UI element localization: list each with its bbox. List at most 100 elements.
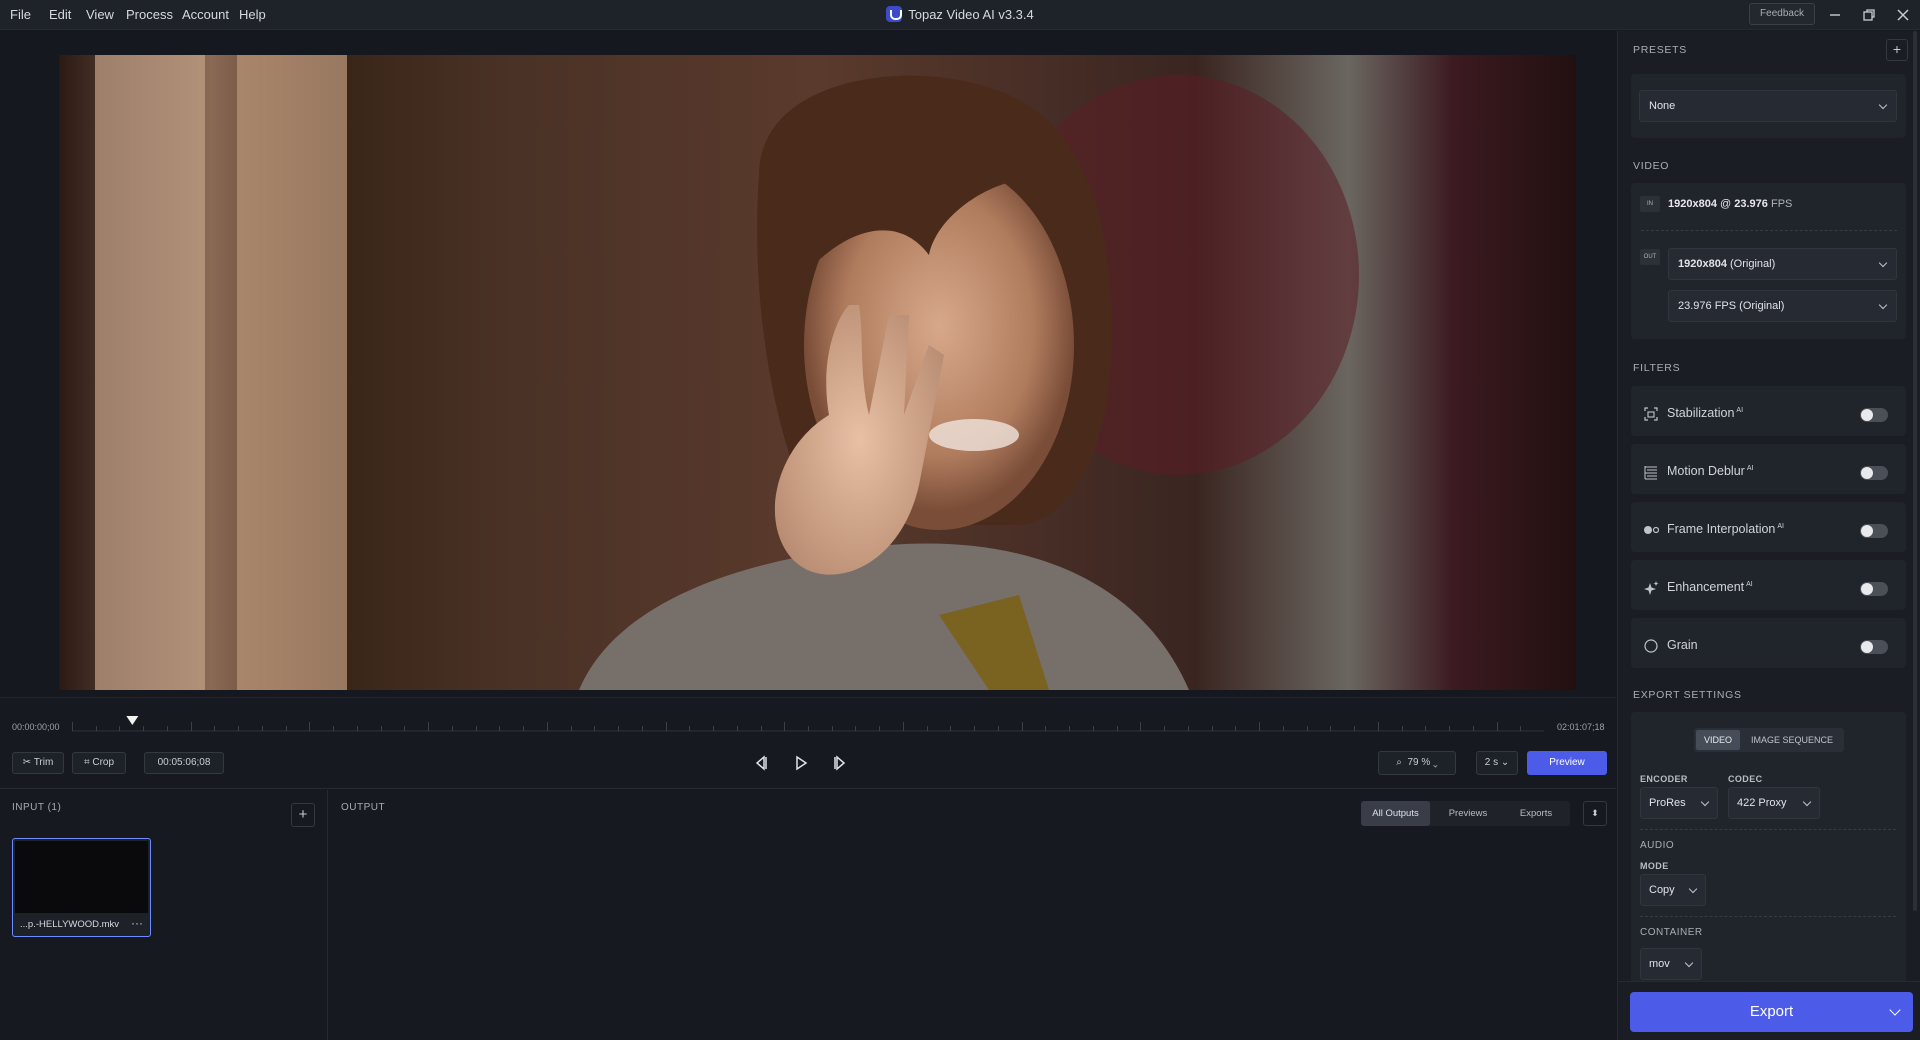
- timeline[interactable]: 00:00:00;00 02:01:07;18: [0, 697, 1616, 737]
- menu-file[interactable]: File: [10, 0, 31, 30]
- audio-mode-select[interactable]: Copy: [1640, 874, 1706, 906]
- ai-badge: AI: [1777, 522, 1785, 530]
- chevron-down-icon: [1802, 797, 1812, 807]
- add-preset-button[interactable]: +: [1886, 39, 1908, 61]
- export-options-button[interactable]: [1877, 992, 1913, 1032]
- output-resolution-select[interactable]: 1920x804 (Original): [1668, 248, 1897, 280]
- menu-view[interactable]: View: [86, 0, 114, 30]
- plus-icon: +: [1892, 41, 1902, 57]
- container-label: CONTAINER: [1640, 927, 1703, 938]
- frame-interpolation-icon: [1644, 526, 1659, 534]
- container-value: mov: [1649, 958, 1670, 970]
- tab-previews[interactable]: Previews: [1435, 801, 1501, 826]
- tab-all-outputs[interactable]: All Outputs: [1361, 801, 1430, 826]
- export-settings-card: VIDEO IMAGE SEQUENCE ENCODER CODEC ProRe…: [1631, 712, 1906, 1012]
- play-icon[interactable]: [792, 754, 810, 772]
- tab-video[interactable]: VIDEO: [1696, 730, 1740, 750]
- more-options-icon[interactable]: ···: [131, 916, 143, 930]
- preset-select[interactable]: None: [1639, 90, 1897, 122]
- clip-thumbnail: [15, 841, 148, 913]
- filters-header: FILTERS: [1633, 362, 1681, 374]
- in-fps: 23.976: [1734, 198, 1768, 210]
- preview-button[interactable]: Preview: [1527, 751, 1607, 775]
- bottom-panel: INPUT (1) + ...p.-HELLYWOOD.mkv ··· OUTP…: [0, 790, 1616, 1040]
- filter-motion-deblur[interactable]: Motion Deblur AI: [1631, 444, 1906, 494]
- add-input-button[interactable]: +: [291, 803, 315, 827]
- previous-frame-icon[interactable]: [752, 754, 770, 772]
- video-viewer: [0, 31, 1616, 697]
- next-frame-icon[interactable]: [831, 754, 849, 772]
- encoder-select[interactable]: ProRes: [1640, 787, 1718, 819]
- audio-mode-value: Copy: [1649, 884, 1675, 896]
- grain-toggle[interactable]: [1860, 640, 1888, 654]
- output-tabs: All Outputs Previews Exports: [1361, 801, 1570, 826]
- current-time-field[interactable]: 00:05:06;08: [144, 752, 224, 774]
- settings-scrollbar[interactable]: [1913, 31, 1917, 911]
- scissors-icon: ✂: [22, 757, 32, 768]
- restore-icon[interactable]: [1859, 5, 1879, 25]
- zoom-select[interactable]: ⌕ 79 % ⌄: [1378, 751, 1456, 775]
- filter-enhancement[interactable]: Enhancement AI: [1631, 560, 1906, 610]
- plus-icon: +: [298, 806, 308, 823]
- motion-deblur-toggle[interactable]: [1860, 466, 1888, 480]
- menu-account[interactable]: Account: [182, 0, 229, 30]
- settings-panel: PRESETS + None VIDEO IN 1920x804 @ 23.97…: [1617, 31, 1920, 1040]
- stabilization-toggle[interactable]: [1860, 408, 1888, 422]
- clip-file-name: ...p.-HELLYWOOD.mkv: [20, 919, 120, 930]
- menu-edit[interactable]: Edit: [49, 0, 71, 30]
- crop-label: Crop: [92, 757, 115, 768]
- export-label: Export: [1749, 1003, 1794, 1020]
- app-title-text: Topaz Video AI v3.3.4: [908, 7, 1034, 22]
- stabilization-label: Stabilization AI: [1667, 406, 1743, 420]
- timeline-ruler[interactable]: [72, 716, 1544, 732]
- motion-deblur-text: Motion Deblur: [1667, 464, 1745, 478]
- ai-badge: AI: [1736, 406, 1744, 414]
- frame-interpolation-text: Frame Interpolation: [1667, 522, 1776, 536]
- crop-button[interactable]: ⌗ Crop: [72, 752, 126, 774]
- enhancement-toggle[interactable]: [1860, 582, 1888, 596]
- grain-text: Grain: [1667, 638, 1698, 652]
- title-bar: Topaz Video AI v3.3.4 File Edit View Pro…: [0, 0, 1920, 30]
- trim-button[interactable]: ✂ Trim: [12, 752, 64, 774]
- in-fps-unit: FPS: [1770, 198, 1793, 210]
- filter-grain[interactable]: Grain: [1631, 618, 1906, 668]
- menu-help[interactable]: Help: [239, 0, 266, 30]
- in-at: @: [1720, 198, 1732, 210]
- motion-deblur-icon: [1644, 466, 1657, 480]
- encoder-label: ENCODER: [1640, 774, 1688, 784]
- filter-frame-interpolation[interactable]: Frame Interpolation AI: [1631, 502, 1906, 552]
- input-clip-card[interactable]: ...p.-HELLYWOOD.mkv ···: [12, 838, 151, 937]
- preset-value: None: [1649, 100, 1676, 112]
- close-icon[interactable]: [1893, 5, 1913, 25]
- export-button[interactable]: Export: [1630, 992, 1913, 1032]
- output-header: OUTPUT: [341, 802, 386, 813]
- enhancement-label: Enhancement AI: [1667, 580, 1753, 594]
- video-header: VIDEO: [1633, 160, 1670, 172]
- zoom-icon: ⌕: [1396, 757, 1402, 768]
- video-frame[interactable]: [59, 55, 1576, 690]
- codec-select[interactable]: 422 Proxy: [1728, 787, 1820, 819]
- tab-exports[interactable]: Exports: [1503, 801, 1569, 826]
- minimize-icon[interactable]: [1825, 5, 1845, 25]
- out-resolution-suffix: (Original): [1730, 258, 1776, 270]
- playback-controls: ✂ Trim ⌗ Crop 00:05:06;08 ⌕ 79 % ⌄ 2 s ⌄…: [0, 737, 1616, 789]
- in-resolution: 1920x804: [1668, 198, 1717, 210]
- tab-image-sequence[interactable]: IMAGE SEQUENCE: [1742, 730, 1842, 750]
- presets-header: PRESETS: [1633, 44, 1687, 56]
- output-fps-select[interactable]: 23.976 FPS (Original): [1668, 290, 1897, 322]
- input-header: INPUT (1): [12, 802, 62, 813]
- motion-deblur-label: Motion Deblur AI: [1667, 464, 1753, 478]
- container-select[interactable]: mov: [1640, 948, 1702, 980]
- filter-stabilization[interactable]: Stabilization AI: [1631, 386, 1906, 436]
- feedback-button[interactable]: Feedback: [1749, 3, 1815, 25]
- speed-select[interactable]: 2 s ⌄: [1476, 751, 1518, 775]
- divider: [1641, 230, 1897, 231]
- chevron-down-icon: [1688, 884, 1698, 894]
- sort-icon[interactable]: ⬍: [1583, 801, 1607, 826]
- topaz-logo-icon: [886, 6, 903, 22]
- menu-process[interactable]: Process: [126, 0, 173, 30]
- mode-label: MODE: [1640, 861, 1669, 871]
- presets-card: None: [1631, 74, 1906, 138]
- frame-interpolation-toggle[interactable]: [1860, 524, 1888, 538]
- input-panel: INPUT (1) + ...p.-HELLYWOOD.mkv ···: [0, 790, 328, 1040]
